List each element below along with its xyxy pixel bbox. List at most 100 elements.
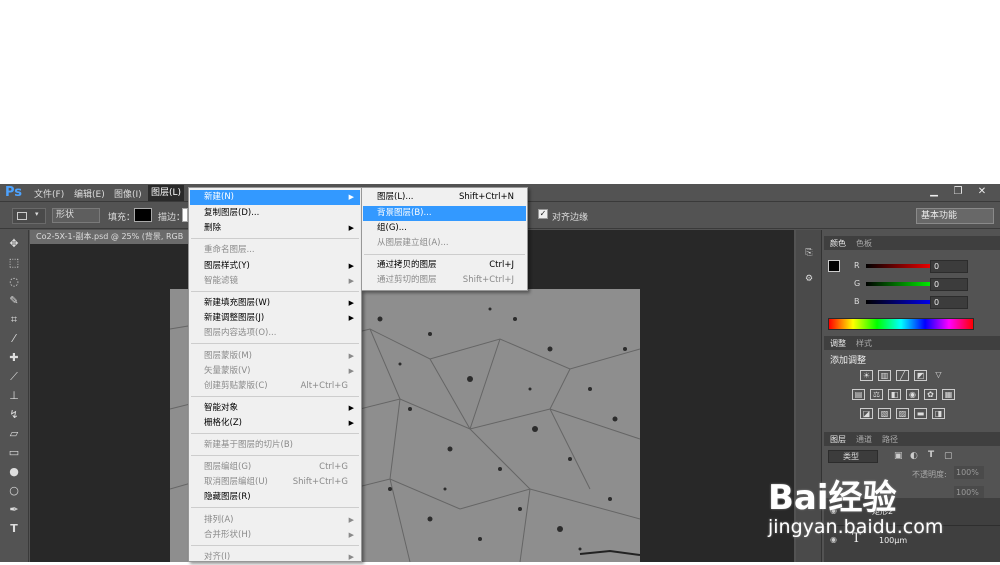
menu-item-label: 删除 — [204, 223, 222, 233]
submenu-item-background-layer[interactable]: 背景图层(B)... — [363, 206, 526, 221]
menu-item-rasterize[interactable]: 栅格化(Z) ▶ — [190, 416, 360, 431]
menu-item-layer-content-options: 图层内容选项(O)... — [190, 326, 360, 341]
submenu-item-group[interactable]: 组(G)... — [363, 221, 526, 236]
tab-channels[interactable]: 通道 — [856, 434, 872, 445]
brush-tool-icon[interactable]: ⟋ — [6, 369, 22, 384]
black-white-icon[interactable]: ◧ — [888, 389, 901, 400]
posterize-icon[interactable]: ▧ — [878, 408, 891, 419]
brightness-icon[interactable]: ☀ — [860, 370, 873, 381]
color-balance-icon[interactable]: ⚖ — [870, 389, 883, 400]
minimize-icon[interactable]: ▁ — [922, 184, 946, 200]
channel-mixer-icon[interactable]: ✿ — [924, 389, 937, 400]
fill-swatch[interactable] — [134, 208, 152, 222]
filter-shape-icon[interactable]: ▢ — [944, 451, 953, 461]
new-submenu: 图层(L)... Shift+Ctrl+N 背景图层(B)... 组(G)... … — [361, 187, 528, 291]
channel-b-slider[interactable] — [866, 300, 936, 304]
type-tool-icon[interactable]: T — [6, 521, 22, 536]
workspace-select[interactable]: 基本功能 — [916, 208, 994, 224]
menu-image[interactable]: 图像(I) — [114, 187, 142, 200]
curves-icon[interactable]: ╱ — [896, 370, 909, 381]
clone-stamp-tool-icon[interactable]: ⊥ — [6, 388, 22, 403]
submenu-arrow-icon: ▶ — [348, 404, 354, 412]
lasso-tool-icon[interactable]: ◌ — [6, 274, 22, 289]
submenu-arrow-icon: ▶ — [348, 193, 354, 201]
menu-item-label: 通过拷贝的图层 — [377, 260, 437, 270]
channel-r-slider[interactable] — [866, 264, 936, 268]
layer-filter-select[interactable]: 类型 — [828, 450, 878, 463]
healing-brush-tool-icon[interactable]: ✚ — [6, 350, 22, 365]
blur-tool-icon[interactable]: ● — [6, 464, 22, 479]
color-spectrum[interactable] — [828, 318, 974, 330]
document-tab[interactable]: Co2-5X-1-副本.psd @ 25% (背景, RGB — [30, 230, 190, 244]
layers-panel-tabs: 图层 通道 路径 — [824, 432, 1000, 446]
adjustments-heading: 添加调整 — [830, 356, 867, 366]
filter-pixel-icon[interactable]: ▣ — [894, 451, 903, 461]
menu-separator — [191, 291, 359, 292]
filter-type-icon[interactable]: T — [928, 450, 934, 460]
menu-layer[interactable]: 图层(L) — [148, 185, 185, 201]
vibrance-icon[interactable]: ▽ — [932, 370, 945, 381]
menu-item-new[interactable]: 新建(N) ▶ — [190, 190, 360, 205]
invert-icon[interactable]: ◪ — [860, 408, 873, 419]
menu-item-hide-layers[interactable]: 隐藏图层(R) — [190, 490, 360, 505]
history-brush-tool-icon[interactable]: ↯ — [6, 407, 22, 422]
restore-icon[interactable]: ❐ — [946, 184, 970, 200]
properties-panel-icon[interactable]: ⚙ — [800, 274, 818, 290]
photo-filter-icon[interactable]: ◉ — [906, 389, 919, 400]
close-icon[interactable]: ✕ — [970, 184, 994, 200]
tab-paths[interactable]: 路径 — [882, 434, 898, 445]
menu-item-new-fill-layer[interactable]: 新建填充图层(W) ▶ — [190, 296, 360, 311]
menu-item-label: 复制图层(D)... — [204, 208, 260, 218]
menu-item-delete[interactable]: 删除 ▶ — [190, 221, 360, 236]
quick-select-tool-icon[interactable]: ✎ — [6, 293, 22, 308]
menu-item-new-adjustment-layer[interactable]: 新建调整图层(J) ▶ — [190, 311, 360, 326]
menu-item-shortcut: Shift+Ctrl+N — [458, 192, 514, 202]
menu-file[interactable]: 文件(F) — [34, 187, 64, 200]
tab-color[interactable]: 颜色 — [830, 238, 846, 249]
submenu-arrow-icon: ▶ — [348, 277, 354, 285]
menu-item-label: 新建填充图层(W) — [204, 298, 271, 308]
threshold-icon[interactable]: ▨ — [896, 408, 909, 419]
shape-mode-value: 形状 — [56, 210, 75, 220]
history-panel-icon[interactable]: ⎘ — [800, 248, 818, 264]
channel-g-slider[interactable] — [866, 282, 936, 286]
selective-color-icon[interactable]: ◨ — [932, 408, 945, 419]
eraser-tool-icon[interactable]: ▱ — [6, 426, 22, 441]
channel-b-value[interactable]: 0 — [930, 296, 968, 309]
submenu-item-layer[interactable]: 图层(L)... Shift+Ctrl+N — [363, 190, 526, 205]
menu-item-layer-style[interactable]: 图层样式(Y) ▶ — [190, 259, 360, 274]
tool-preset-picker[interactable]: ▾ — [12, 208, 46, 224]
color-lookup-icon[interactable]: ▦ — [942, 389, 955, 400]
tab-layers[interactable]: 图层 — [830, 434, 846, 445]
menu-item-combine-shapes: 合并形状(H) ▶ — [190, 528, 360, 543]
submenu-item-layer-via-copy[interactable]: 通过拷贝的图层 Ctrl+J — [363, 258, 526, 273]
dodge-tool-icon[interactable]: ○ — [6, 483, 22, 498]
shape-mode-select[interactable]: 形状 — [52, 208, 100, 223]
submenu-arrow-icon: ▶ — [348, 419, 354, 427]
gradient-tool-icon[interactable]: ▭ — [6, 445, 22, 460]
filter-adjust-icon[interactable]: ◐ — [910, 451, 918, 461]
crop-tool-icon[interactable]: ⌗ — [6, 312, 22, 327]
menu-item-shortcut: Ctrl+J — [489, 260, 514, 270]
menu-item-smart-object[interactable]: 智能对象 ▶ — [190, 401, 360, 416]
align-edges-checkbox[interactable]: ✓ — [538, 209, 548, 219]
gradient-map-icon[interactable]: ▬ — [914, 408, 927, 419]
menu-item-label: 矢量蒙版(V) — [204, 366, 251, 376]
tab-styles[interactable]: 样式 — [856, 338, 872, 349]
exposure-icon[interactable]: ◩ — [914, 370, 927, 381]
baidu-watermark: Bai经验 jingyan.baidu.com — [768, 470, 1000, 540]
levels-icon[interactable]: ▥ — [878, 370, 891, 381]
channel-g-value[interactable]: 0 — [930, 278, 968, 291]
pen-tool-icon[interactable]: ✒ — [6, 502, 22, 517]
foreground-color[interactable] — [828, 260, 840, 272]
menu-item-duplicate-layer[interactable]: 复制图层(D)... — [190, 206, 360, 221]
channel-r-value[interactable]: 0 — [930, 260, 968, 273]
marquee-tool-icon[interactable]: ⬚ — [6, 255, 22, 270]
move-tool-icon[interactable]: ✥ — [6, 236, 22, 251]
submenu-arrow-icon: ▶ — [348, 553, 354, 561]
hue-saturation-icon[interactable]: ▤ — [852, 389, 865, 400]
eyedropper-tool-icon[interactable]: ⁄ — [6, 331, 22, 346]
menu-edit[interactable]: 编辑(E) — [74, 187, 105, 200]
tab-adjustments[interactable]: 调整 — [830, 338, 846, 349]
tab-swatches[interactable]: 色板 — [856, 238, 872, 249]
